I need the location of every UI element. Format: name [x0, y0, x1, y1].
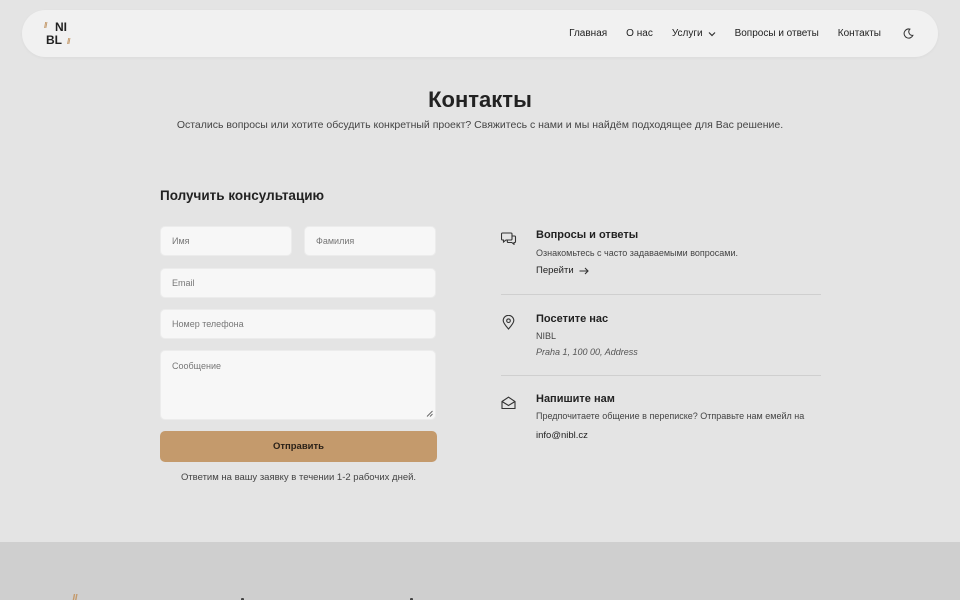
nav-item-label: Главная: [569, 28, 608, 39]
phone-input[interactable]: Номер телефона: [160, 309, 436, 339]
page-subtitle: Остались вопросы или хотите обсудить кон…: [176, 119, 784, 131]
logo-mark-bottom: //: [67, 36, 71, 46]
message-textarea[interactable]: Сообщение: [160, 350, 436, 420]
nav-item-label: Контакты: [837, 28, 881, 39]
divider: [501, 294, 821, 295]
theme-toggle-button[interactable]: [903, 28, 914, 39]
phone-placeholder: Номер телефона: [172, 319, 244, 329]
nav-item-faq[interactable]: Вопросы и ответы: [735, 28, 819, 39]
nibl-logo[interactable]: // NI BL //: [44, 20, 78, 48]
envelope-open-icon: [501, 396, 516, 410]
form-note: Ответим на вашу заявку в течении 1-2 раб…: [180, 472, 417, 483]
top-navbar: // NI BL // Главная О нас Услуги Вопросы…: [22, 10, 938, 57]
first-name-placeholder: Имя: [172, 236, 190, 246]
nav-item-home[interactable]: Главная: [569, 28, 607, 39]
nav-item-label: О нас: [626, 28, 653, 39]
chevron-down-icon: [708, 31, 716, 36]
faq-link[interactable]: Перейти: [536, 265, 589, 276]
nav-item-about[interactable]: О нас: [626, 28, 653, 39]
map-pin-icon: [502, 315, 515, 330]
footer: //: [0, 542, 960, 600]
chat-bubbles-icon: [501, 232, 517, 245]
visit-title: Посетите нас: [536, 313, 609, 325]
submit-button[interactable]: Отправить: [160, 431, 437, 462]
logo-line-2: BL: [46, 32, 62, 47]
nav-item-label: Вопросы и ответы: [734, 28, 819, 39]
form-title: Получить консультацию: [160, 188, 325, 203]
page-title: Контакты: [428, 87, 532, 112]
last-name-placeholder: Фамилия: [316, 236, 355, 246]
visit-address: Praha 1, 100 00, Address: [536, 347, 638, 357]
resize-grip-icon[interactable]: [426, 410, 433, 417]
logo-line-1: NI: [55, 19, 67, 34]
faq-text: Ознакомьтесь с часто задаваемыми вопроса…: [536, 248, 738, 258]
write-title: Напишите нам: [536, 393, 615, 405]
email-input[interactable]: Email: [160, 268, 436, 298]
faq-link-label: Перейти: [536, 265, 574, 276]
logo-mark-top: //: [44, 20, 48, 30]
email-link[interactable]: info@nibl.cz: [536, 430, 588, 441]
footer-logo-mark: //: [72, 592, 78, 600]
first-name-input[interactable]: Имя: [160, 226, 292, 256]
nav-item-label: Услуги: [671, 28, 703, 39]
nav-item-services[interactable]: Услуги: [672, 28, 716, 39]
write-text: Предпочитаете общение в переписке? Отпра…: [536, 411, 805, 421]
arrow-right-icon: [579, 267, 589, 274]
email-placeholder: Email: [172, 278, 195, 288]
visit-company: NIBL: [536, 331, 557, 341]
moon-icon: [903, 28, 914, 39]
nav-item-contacts[interactable]: Контакты: [838, 28, 881, 39]
divider: [501, 375, 821, 376]
last-name-input[interactable]: Фамилия: [304, 226, 436, 256]
faq-title: Вопросы и ответы: [536, 229, 639, 241]
nav-menu: Главная О нас Услуги Вопросы и ответы Ко…: [550, 28, 914, 39]
message-placeholder: Сообщение: [172, 361, 221, 371]
